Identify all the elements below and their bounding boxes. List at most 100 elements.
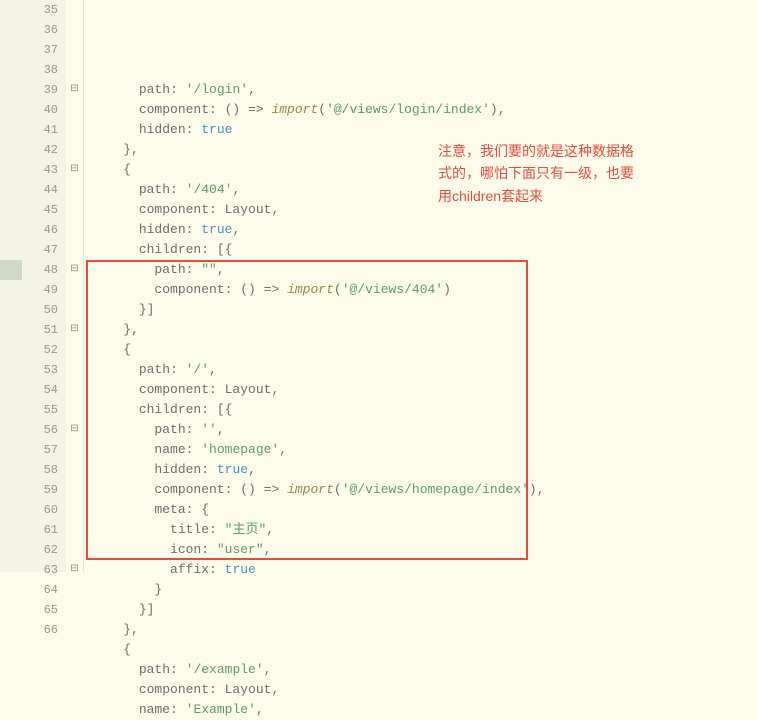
code-line[interactable]: } [92,580,758,600]
code-line[interactable]: component: Layout, [92,380,758,400]
line-number: 65 [30,600,62,620]
annotation-line: 用children套起来 [438,188,543,204]
marker-cell [0,440,22,460]
code-line[interactable]: }] [92,600,758,620]
code-line[interactable]: name: 'Example', [92,700,758,720]
marker-cell [0,260,22,280]
marker-cell [0,220,22,240]
marker-cell [0,60,22,80]
line-number: 63 [30,560,62,580]
code-line[interactable]: }, [92,620,758,640]
fold-cell [66,380,83,400]
line-number: 54 [30,380,62,400]
marker-cell [0,360,22,380]
fold-cell [66,220,83,240]
code-line[interactable]: path: '/404', [92,180,758,200]
marker-cell [0,600,22,620]
fold-cell [66,20,83,40]
line-number: 53 [30,360,62,380]
marker-cell [0,300,22,320]
line-number: 62 [30,540,62,560]
fold-toggle-icon[interactable] [66,320,83,340]
fold-cell [66,200,83,220]
fold-column[interactable] [66,0,84,572]
fold-cell [66,580,83,600]
fold-cell [66,460,83,480]
code-line[interactable]: children: [{ [92,240,758,260]
line-number: 47 [30,240,62,260]
marker-strip [0,0,22,572]
marker-cell [0,540,22,560]
marker-cell [0,480,22,500]
fold-cell [66,100,83,120]
line-number: 56 [30,420,62,440]
marker-cell [0,20,22,40]
code-line[interactable]: hidden: true, [92,220,758,240]
marker-cell [0,460,22,480]
code-line[interactable]: hidden: true [92,120,758,140]
marker-cell [0,100,22,120]
code-line[interactable]: path: '/login', [92,80,758,100]
fold-cell [66,480,83,500]
code-line[interactable]: icon: "user", [92,540,758,560]
code-line[interactable]: hidden: true, [92,460,758,480]
fold-cell [66,40,83,60]
line-number: 46 [30,220,62,240]
line-number: 50 [30,300,62,320]
line-number: 48 [30,260,62,280]
line-number: 37 [30,40,62,60]
marker-cell [0,520,22,540]
marker-cell [0,620,22,640]
fold-cell [66,400,83,420]
line-number: 40 [30,100,62,120]
fold-toggle-icon[interactable] [66,560,83,580]
code-line[interactable]: path: '/', [92,360,758,380]
code-content[interactable]: 注意，我们要的就是这种数据格 式的，哪怕下面只有一级，也要 用children套… [84,0,758,572]
annotation-line: 式的，哪怕下面只有一级，也要 [438,165,634,181]
fold-cell [66,620,83,640]
code-line[interactable]: component: () => import('@/views/login/i… [92,100,758,120]
code-line[interactable]: component: Layout, [92,680,758,700]
marker-cell [0,40,22,60]
code-line[interactable]: name: 'homepage', [92,440,758,460]
code-line[interactable]: affix: true [92,560,758,580]
line-number: 55 [30,400,62,420]
code-line[interactable]: title: "主页", [92,520,758,540]
code-line[interactable]: { [92,640,758,660]
fold-cell [66,600,83,620]
fold-toggle-icon[interactable] [66,420,83,440]
line-number: 43 [30,160,62,180]
code-line[interactable]: { [92,340,758,360]
fold-cell [66,180,83,200]
code-line[interactable]: component: () => import('@/views/404') [92,280,758,300]
code-line[interactable]: }] [92,300,758,320]
code-line[interactable]: meta: { [92,500,758,520]
line-number: 57 [30,440,62,460]
fold-cell [66,240,83,260]
line-number: 45 [30,200,62,220]
fold-toggle-icon[interactable] [66,160,83,180]
code-line[interactable]: { [92,160,758,180]
fold-cell [66,440,83,460]
code-line[interactable]: path: "", [92,260,758,280]
line-number: 35 [30,0,62,20]
marker-cell [0,320,22,340]
code-line[interactable]: path: '/example', [92,660,758,680]
code-line[interactable]: }, [92,320,758,340]
code-editor[interactable]: 3536373839404142434445464748495051525354… [0,0,758,572]
fold-cell [66,280,83,300]
marker-cell [0,400,22,420]
fold-toggle-icon[interactable] [66,260,83,280]
code-line[interactable]: path: '', [92,420,758,440]
marker-cell [0,0,22,20]
line-number: 49 [30,280,62,300]
code-line[interactable]: component: Layout, [92,200,758,220]
line-number: 36 [30,20,62,40]
line-number: 58 [30,460,62,480]
code-line[interactable]: children: [{ [92,400,758,420]
fold-toggle-icon[interactable] [66,80,83,100]
code-line[interactable]: }, [92,140,758,160]
fold-cell [66,140,83,160]
code-line[interactable]: component: () => import('@/views/homepag… [92,480,758,500]
fold-cell [66,520,83,540]
